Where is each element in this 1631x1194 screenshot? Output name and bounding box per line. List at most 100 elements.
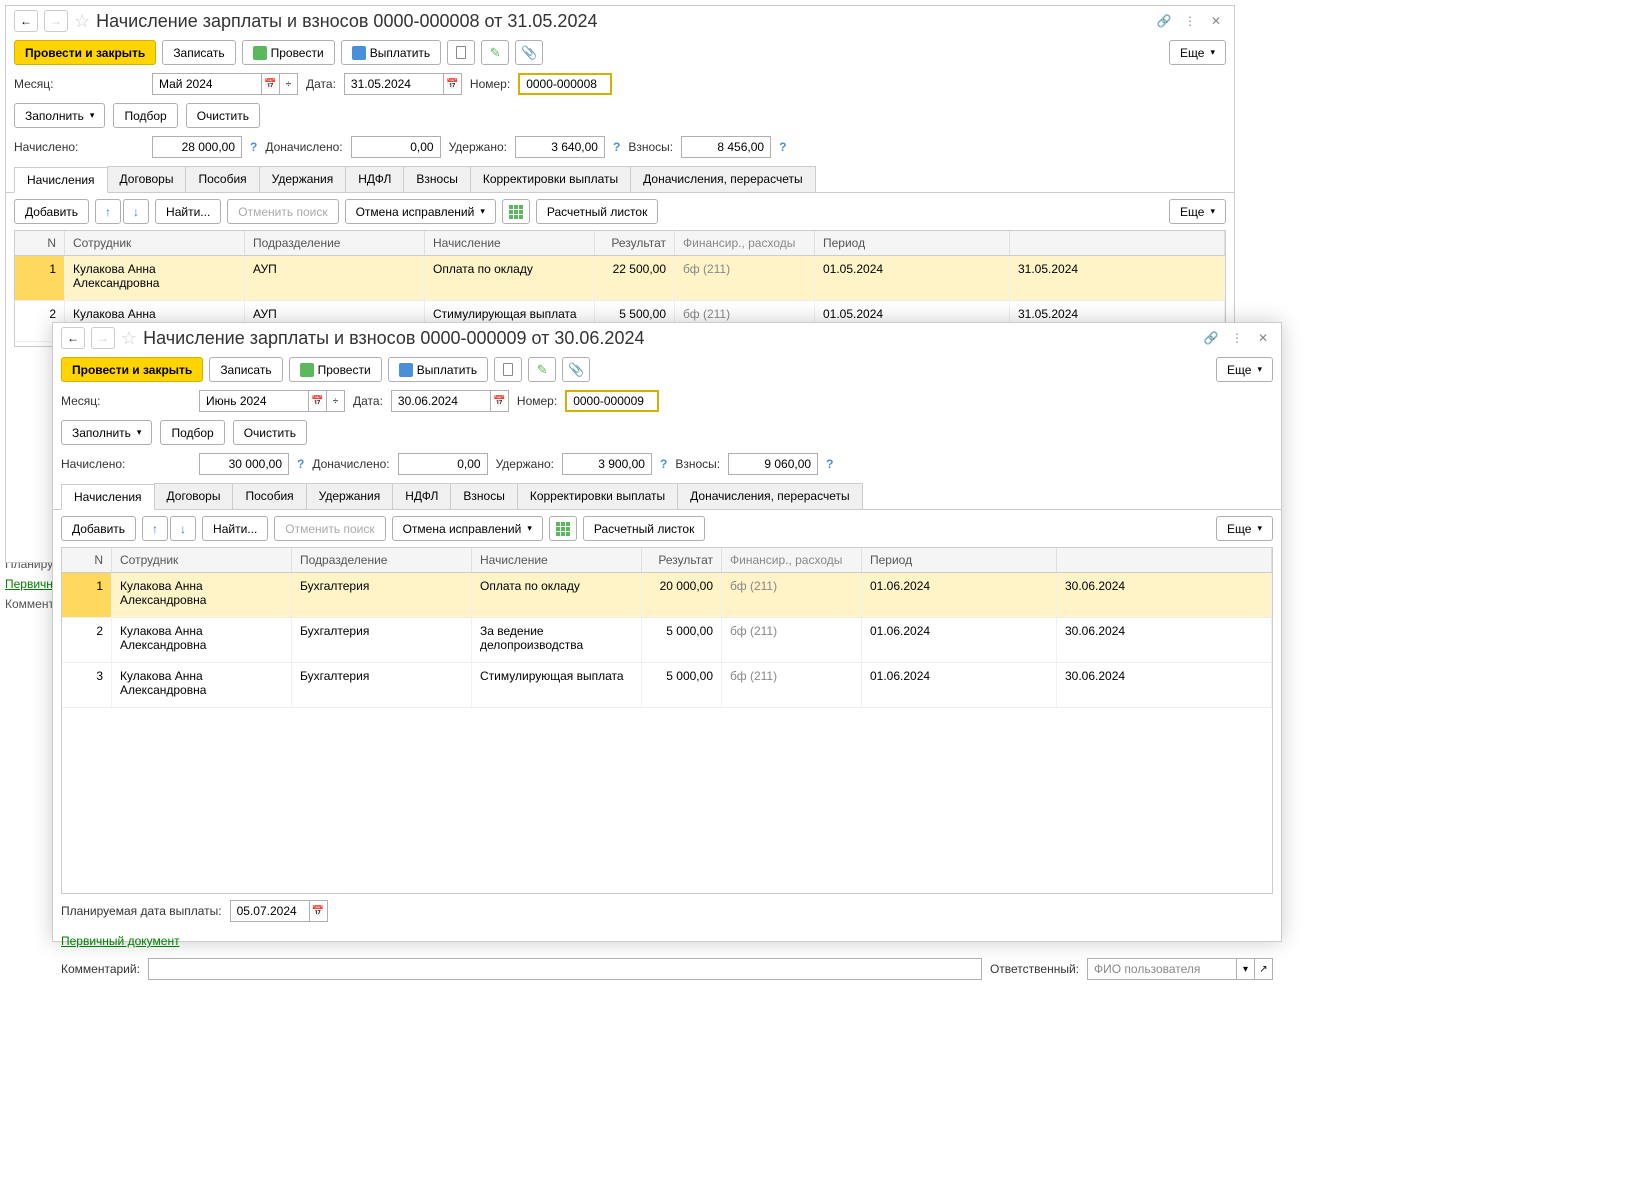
pay-button[interactable]: Выплатить	[341, 40, 442, 65]
pick-button[interactable]: Подбор	[160, 420, 224, 445]
col-accrual[interactable]: Начисление	[425, 231, 595, 255]
post-button[interactable]: Провести	[289, 357, 382, 382]
more-button[interactable]: Еще▾	[1216, 357, 1273, 382]
tab-contrib[interactable]: Взносы	[450, 483, 517, 509]
contrib-input[interactable]	[681, 136, 771, 158]
month-input[interactable]	[199, 390, 309, 412]
payslip-button[interactable]: Расчетный листок	[536, 199, 658, 224]
move-down-button[interactable]: ↓	[123, 199, 149, 224]
date-calendar-icon[interactable]: 📅	[444, 73, 462, 95]
attach-icon-button[interactable]: 📎	[515, 40, 543, 65]
primary-doc-link[interactable]: Первичный документ	[61, 934, 180, 948]
kebab-icon[interactable]: ⋮	[1227, 328, 1247, 348]
payslip-button[interactable]: Расчетный листок	[583, 516, 705, 541]
edit-icon-button[interactable]: ✎	[481, 40, 509, 65]
move-up-button[interactable]: ↑	[95, 199, 121, 224]
tab-accruals[interactable]: Начисления	[61, 484, 155, 510]
help-icon[interactable]: ?	[660, 457, 667, 471]
table-row[interactable]: 1 Кулакова Анна Александровна Бухгалтери…	[62, 573, 1272, 618]
tab-contrib[interactable]: Взносы	[403, 166, 470, 192]
month-input[interactable]	[152, 73, 262, 95]
extra-accrued-input[interactable]	[398, 453, 488, 475]
col-employee[interactable]: Сотрудник	[65, 231, 245, 255]
post-button[interactable]: Провести	[242, 40, 335, 65]
link-icon[interactable]: 🔗	[1154, 11, 1174, 31]
fill-button[interactable]: Заполнить▾	[14, 103, 105, 128]
withheld-input[interactable]	[515, 136, 605, 158]
col-n[interactable]: N	[15, 231, 65, 255]
nav-back-button[interactable]: ←	[14, 10, 38, 32]
post-and-close-button[interactable]: Провести и закрыть	[61, 357, 203, 382]
add-row-button[interactable]: Добавить	[14, 199, 89, 224]
kebab-icon[interactable]: ⋮	[1180, 11, 1200, 31]
move-down-button[interactable]: ↓	[170, 516, 196, 541]
more-button[interactable]: Еще▾	[1169, 40, 1226, 65]
withheld-input[interactable]	[562, 453, 652, 475]
col-period[interactable]: Период	[815, 231, 1010, 255]
grid-icon-button[interactable]	[549, 516, 577, 541]
col-result[interactable]: Результат	[642, 548, 722, 572]
cancel-search-button[interactable]: Отменить поиск	[274, 516, 385, 541]
month-calendar-icon[interactable]: 📅	[262, 73, 280, 95]
tab-deductions[interactable]: Удержания	[259, 166, 347, 192]
cancel-corrections-button[interactable]: Отмена исправлений▾	[392, 516, 543, 541]
find-button[interactable]: Найти...	[202, 516, 268, 541]
col-department[interactable]: Подразделение	[245, 231, 425, 255]
col-n[interactable]: N	[62, 548, 112, 572]
month-stepper-icon[interactable]: ÷	[280, 73, 298, 95]
nav-forward-button[interactable]: →	[91, 327, 115, 349]
extra-accrued-input[interactable]	[351, 136, 441, 158]
close-icon[interactable]: ✕	[1206, 11, 1226, 31]
planned-date-calendar-icon[interactable]: 📅	[310, 900, 328, 922]
contrib-input[interactable]	[728, 453, 818, 475]
col-department[interactable]: Подразделение	[292, 548, 472, 572]
table-row[interactable]: 1 Кулакова Анна Александровна АУП Оплата…	[15, 256, 1225, 301]
tab-contracts[interactable]: Договоры	[154, 483, 234, 509]
col-period-end[interactable]	[1010, 231, 1225, 255]
report-icon-button[interactable]	[447, 40, 475, 65]
clear-button[interactable]: Очистить	[233, 420, 307, 445]
tab-tax[interactable]: НДФЛ	[345, 166, 404, 192]
date-calendar-icon[interactable]: 📅	[491, 390, 509, 412]
edit-icon-button[interactable]: ✎	[528, 357, 556, 382]
nav-back-button[interactable]: ←	[61, 327, 85, 349]
help-icon[interactable]: ?	[613, 140, 620, 154]
responsible-open-icon[interactable]: ↗	[1255, 958, 1273, 980]
tab-benefits[interactable]: Пособия	[232, 483, 306, 509]
save-button[interactable]: Записать	[209, 357, 282, 382]
fill-button[interactable]: Заполнить▾	[61, 420, 152, 445]
date-input[interactable]	[344, 73, 444, 95]
help-icon[interactable]: ?	[779, 140, 786, 154]
tab-contracts[interactable]: Договоры	[107, 166, 187, 192]
tab-deductions[interactable]: Удержания	[306, 483, 394, 509]
comment-input[interactable]	[148, 958, 982, 980]
favorite-star-icon[interactable]: ☆	[74, 11, 90, 32]
accrued-input[interactable]	[152, 136, 242, 158]
col-period-end[interactable]	[1057, 548, 1272, 572]
tab-accruals[interactable]: Начисления	[14, 167, 108, 193]
col-period[interactable]: Период	[862, 548, 1057, 572]
tab-benefits[interactable]: Пособия	[185, 166, 259, 192]
accrued-input[interactable]	[199, 453, 289, 475]
col-financing[interactable]: Финансир., расходы	[722, 548, 862, 572]
tab-recalc[interactable]: Доначисления, перерасчеты	[677, 483, 862, 509]
help-icon[interactable]: ?	[250, 140, 257, 154]
link-icon[interactable]: 🔗	[1201, 328, 1221, 348]
number-input[interactable]	[518, 73, 612, 95]
find-button[interactable]: Найти...	[155, 199, 221, 224]
month-stepper-icon[interactable]: ÷	[327, 390, 345, 412]
responsible-select-icon[interactable]: ▾	[1237, 958, 1255, 980]
nav-forward-button[interactable]: →	[44, 10, 68, 32]
number-input[interactable]	[565, 390, 659, 412]
post-and-close-button[interactable]: Провести и закрыть	[14, 40, 156, 65]
cancel-corrections-button[interactable]: Отмена исправлений▾	[345, 199, 496, 224]
responsible-input[interactable]	[1087, 958, 1237, 980]
col-financing[interactable]: Финансир., расходы	[675, 231, 815, 255]
pay-button[interactable]: Выплатить	[388, 357, 489, 382]
table-row[interactable]: 2 Кулакова Анна Александровна Бухгалтери…	[62, 618, 1272, 663]
table-more-button[interactable]: Еще▾	[1169, 199, 1226, 224]
col-result[interactable]: Результат	[595, 231, 675, 255]
favorite-star-icon[interactable]: ☆	[121, 328, 137, 349]
tab-tax[interactable]: НДФЛ	[392, 483, 451, 509]
attach-icon-button[interactable]: 📎	[562, 357, 590, 382]
